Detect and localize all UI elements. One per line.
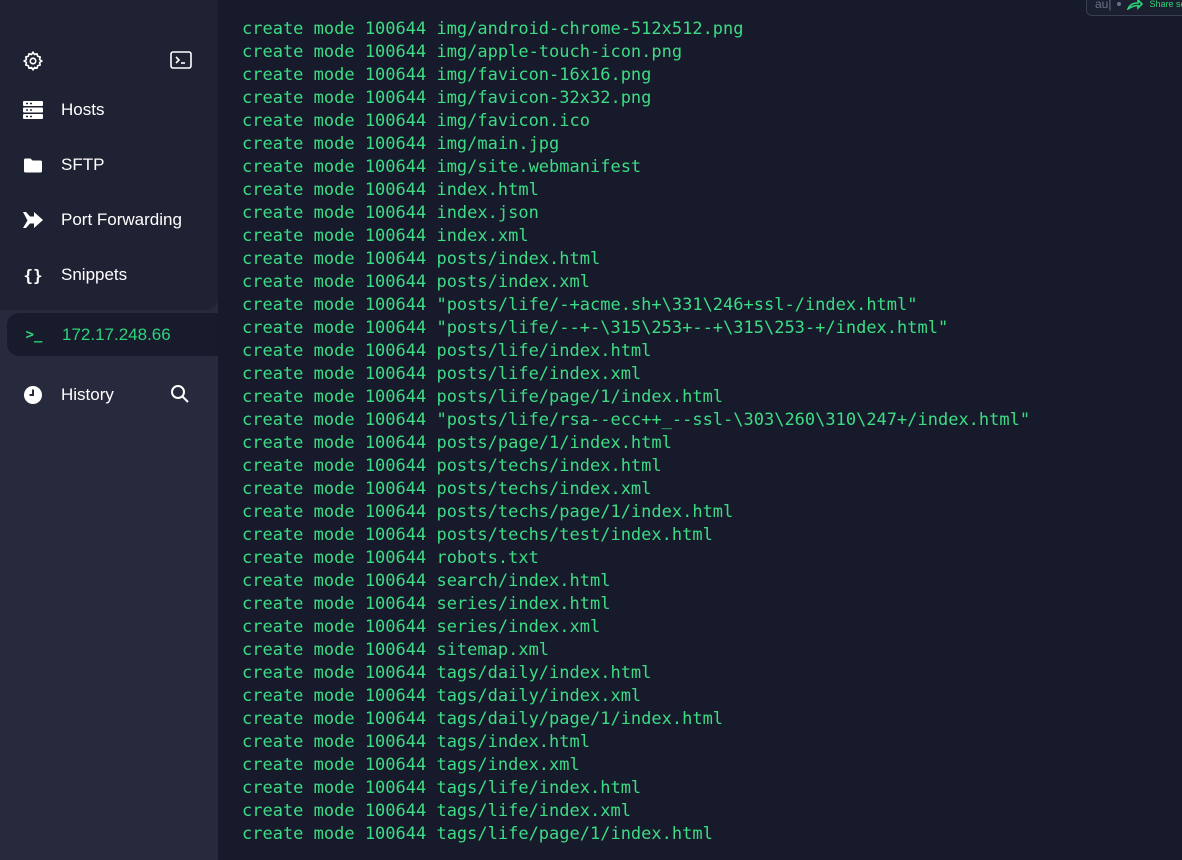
sidebar-item-label: Port Forwarding <box>61 210 182 229</box>
terminal-line: create mode 100644 tags/index.html <box>242 732 590 752</box>
terminal-line: create mode 100644 posts/life/index.xml <box>242 364 642 384</box>
terminal-line: create mode 100644 tags/daily/page/1/ind… <box>242 709 724 729</box>
sidebar-item-snippets[interactable]: {} Snippets <box>22 262 127 288</box>
terminal-line: create mode 100644 index.json <box>242 203 539 223</box>
terminal-output[interactable]: au| Share se create mode 100644 img/andr… <box>218 0 1182 860</box>
terminal-lines: create mode 100644 img/android-chrome-51… <box>242 18 1030 846</box>
terminal-line: create mode 100644 img/favicon.ico <box>242 111 590 131</box>
terminal-line: create mode 100644 tags/index.xml <box>242 755 580 775</box>
terminal-line: create mode 100644 tags/life/index.xml <box>242 801 631 821</box>
share-session-chip[interactable]: au| Share se <box>1086 0 1182 16</box>
sidebar-bottom-section: History <box>0 358 218 860</box>
sidebar-toolbar <box>22 50 192 74</box>
terminal-line: create mode 100644 img/main.jpg <box>242 134 560 154</box>
terminal-line: create mode 100644 index.html <box>242 180 539 200</box>
port-forward-icon <box>22 209 44 231</box>
sidebar-item-hosts[interactable]: Hosts <box>22 97 104 123</box>
sidebar-item-history[interactable]: History <box>22 382 114 408</box>
terminal-line: create mode 100644 tags/life/index.html <box>242 778 642 798</box>
clock-icon <box>22 384 44 406</box>
terminal-line: create mode 100644 posts/life/index.html <box>242 341 652 361</box>
sidebar-top-section: Hosts SFTP Port Forwarding {} Snippets <box>0 0 218 310</box>
terminal-line: create mode 100644 posts/techs/test/inde… <box>242 525 713 545</box>
sidebar: Hosts SFTP Port Forwarding {} Snippets >… <box>0 0 218 860</box>
share-label: Share se <box>1149 0 1182 9</box>
sidebar-item-port-forwarding[interactable]: Port Forwarding <box>22 207 182 233</box>
sidebar-item-label: Snippets <box>61 265 128 284</box>
terminal-line: create mode 100644 posts/page/1/index.ht… <box>242 433 672 453</box>
terminal-line: create mode 100644 "posts/life/-+acme.sh… <box>242 295 918 315</box>
terminal-line: create mode 100644 tags/life/page/1/inde… <box>242 824 713 844</box>
terminal-line: create mode 100644 posts/techs/index.htm… <box>242 456 662 476</box>
terminal-line: create mode 100644 sitemap.xml <box>242 640 550 660</box>
terminal-line: create mode 100644 "posts/life/rsa--ecc+… <box>242 410 1031 430</box>
terminal-line: create mode 100644 search/index.html <box>242 571 611 591</box>
terminal-line: create mode 100644 series/index.xml <box>242 617 601 637</box>
share-icon <box>1127 0 1144 10</box>
terminal-line: create mode 100644 posts/index.xml <box>242 272 590 292</box>
terminal-prompt-icon: >_ <box>25 326 43 343</box>
gear-icon[interactable] <box>22 50 44 77</box>
terminal-line: create mode 100644 img/favicon-16x16.png <box>242 65 652 85</box>
terminal-line: create mode 100644 index.xml <box>242 226 529 246</box>
sidebar-item-label: Hosts <box>61 100 105 119</box>
sidebar-item-label: History <box>61 385 114 404</box>
terminal-line: create mode 100644 img/apple-touch-icon.… <box>242 42 683 62</box>
new-terminal-icon[interactable] <box>170 50 192 75</box>
terminal-line: create mode 100644 tags/daily/index.xml <box>242 686 642 706</box>
search-icon[interactable] <box>170 384 190 409</box>
terminal-line: create mode 100644 posts/techs/index.xml <box>242 479 652 499</box>
terminal-line: create mode 100644 robots.txt <box>242 548 539 568</box>
app-window: Hosts SFTP Port Forwarding {} Snippets >… <box>0 0 1182 860</box>
separator-dot <box>1117 2 1122 6</box>
sidebar-item-label: SFTP <box>61 155 105 174</box>
terminal-line: create mode 100644 img/favicon-32x32.png <box>242 88 652 108</box>
terminal-line: create mode 100644 tags/daily/index.html <box>242 663 652 683</box>
chip-partial-text: au| <box>1095 0 1112 11</box>
terminal-line: create mode 100644 img/android-chrome-51… <box>242 19 744 39</box>
sidebar-item-sftp[interactable]: SFTP <box>22 152 104 178</box>
terminal-line: create mode 100644 posts/index.html <box>242 249 601 269</box>
terminal-line: create mode 100644 img/site.webmanifest <box>242 157 642 177</box>
braces-icon: {} <box>23 265 43 285</box>
terminal-line: create mode 100644 posts/techs/page/1/in… <box>242 502 734 522</box>
terminal-line: create mode 100644 posts/life/page/1/ind… <box>242 387 724 407</box>
sidebar-item-session[interactable]: >_ 172.17.248.66 <box>7 313 218 356</box>
terminal-line: create mode 100644 series/index.html <box>242 594 611 614</box>
folder-icon <box>22 154 44 176</box>
hosts-icon <box>22 99 44 121</box>
terminal-line: create mode 100644 "posts/life/--+-\315\… <box>242 318 949 338</box>
session-label: 172.17.248.66 <box>62 324 171 344</box>
